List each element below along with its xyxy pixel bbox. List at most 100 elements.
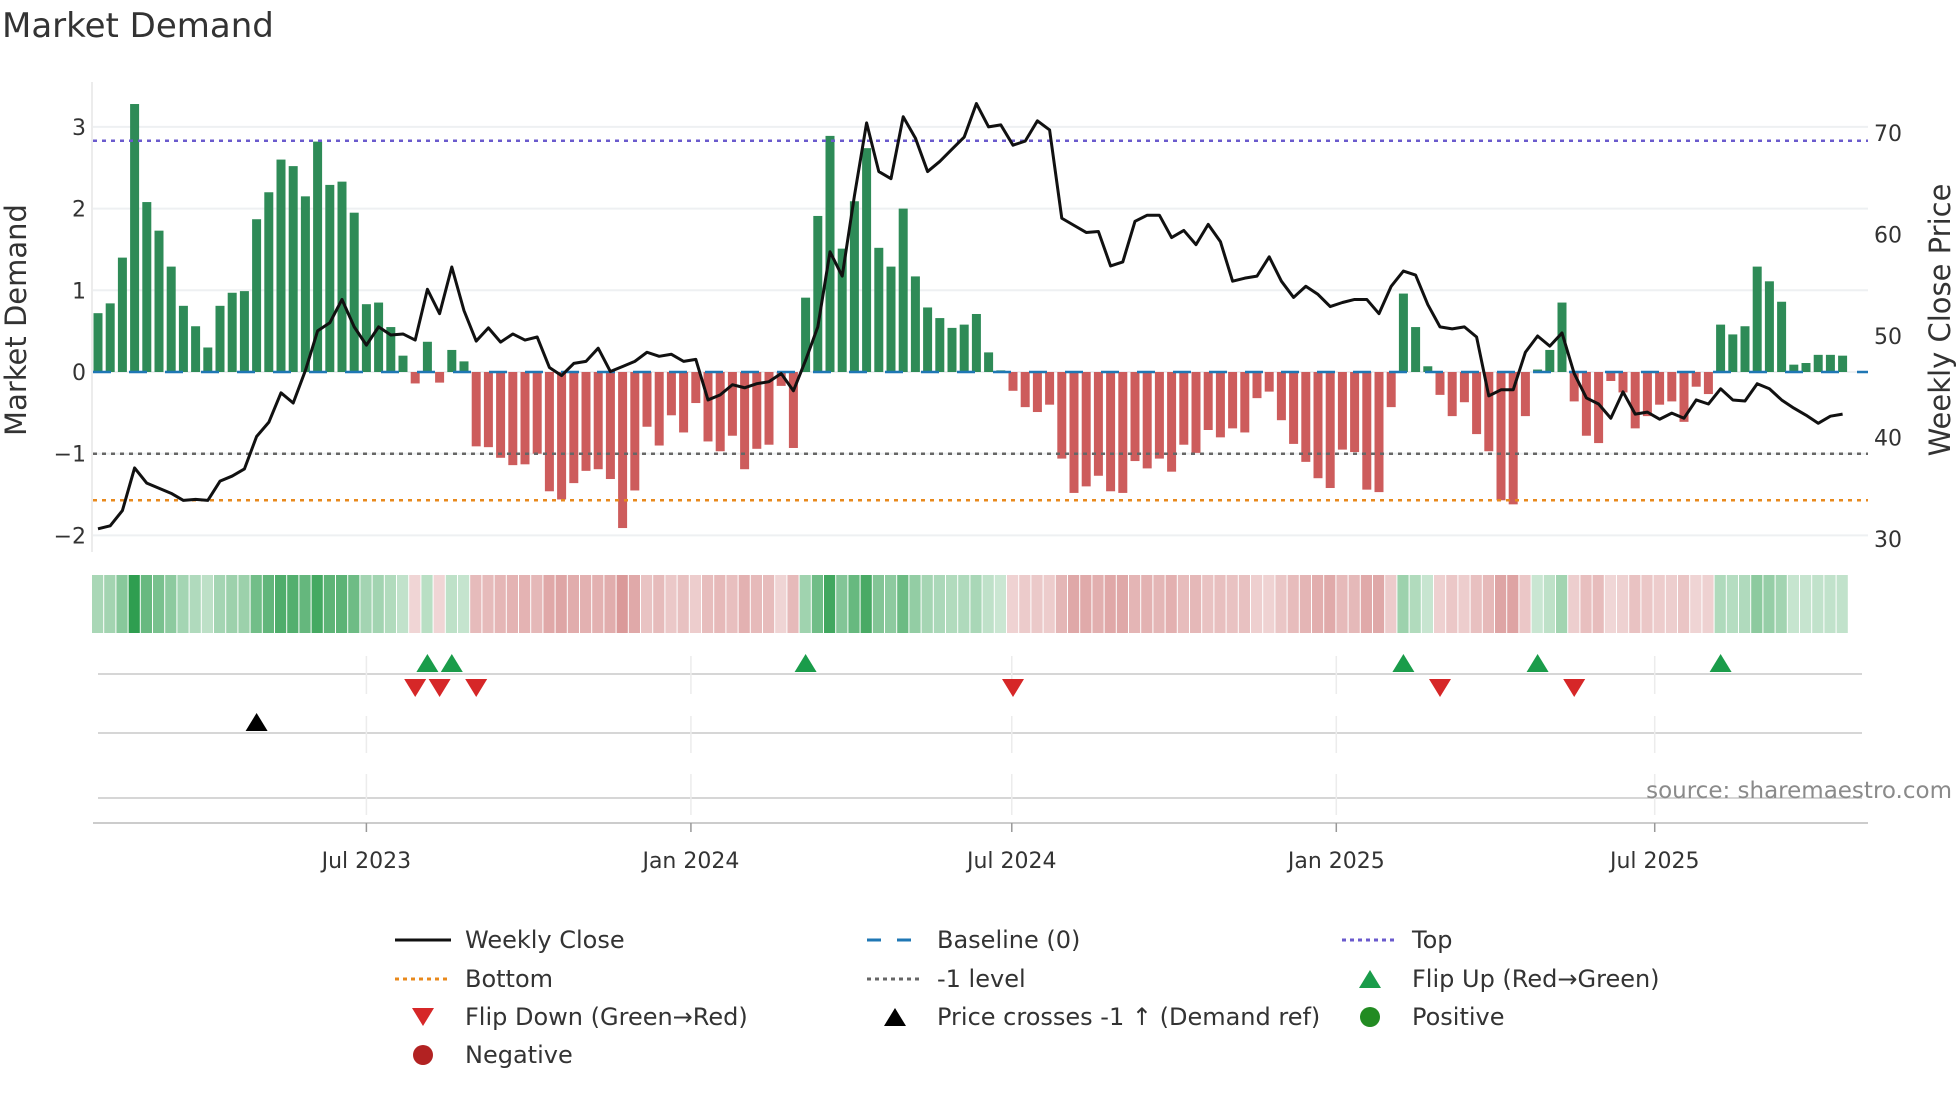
heat-cell — [470, 575, 482, 633]
legend-item: Bottom — [393, 962, 553, 996]
demand-bar — [374, 302, 384, 372]
flip-down-marker — [1429, 679, 1451, 697]
demand-bar — [1179, 372, 1189, 445]
demand-bar — [618, 372, 628, 529]
heat-cell — [1214, 575, 1226, 633]
demand-bar — [1093, 372, 1103, 476]
demand-bar — [1008, 372, 1018, 391]
heat-cell — [897, 575, 909, 633]
heat-cell — [506, 575, 518, 633]
heat-cell — [750, 575, 762, 633]
heat-cell — [1092, 575, 1104, 633]
demand-bar — [239, 291, 249, 372]
heat-cell — [1153, 575, 1165, 633]
legend-label: Top — [1412, 926, 1453, 954]
demand-bar — [1264, 372, 1274, 392]
y2-tick-label: 60 — [1874, 224, 1902, 249]
flip-up-marker — [794, 654, 817, 672]
heat-cell — [726, 575, 738, 633]
demand-bar — [642, 372, 652, 427]
triangle-up-icon — [884, 1008, 906, 1026]
demand-bar — [447, 349, 457, 372]
y-axis-label: Market Demand — [0, 204, 33, 436]
heat-cell — [1751, 575, 1763, 633]
heat-cell — [1543, 575, 1555, 633]
demand-bar — [691, 372, 701, 404]
legend-label: Flip Up (Red→Green) — [1412, 965, 1660, 993]
heat-cell — [287, 575, 299, 633]
heat-cell — [1251, 575, 1263, 633]
heat-cell — [397, 575, 409, 633]
demand-bar — [1203, 372, 1213, 431]
flip-up-marker — [440, 654, 463, 672]
heat-cell — [201, 575, 213, 633]
heat-cell — [531, 575, 543, 633]
demand-bar — [105, 303, 115, 372]
legend-item: -1 level — [865, 962, 1026, 996]
heat-cell — [787, 575, 799, 633]
heat-cell — [1678, 575, 1690, 633]
heat-cell — [1336, 575, 1348, 633]
heat-cell — [1495, 575, 1507, 633]
demand-bar — [398, 355, 408, 372]
demand-bar — [1154, 372, 1164, 459]
heat-cell — [1531, 575, 1543, 633]
heat-cell — [1190, 575, 1202, 633]
heat-cell — [275, 575, 287, 633]
heat-cell — [1299, 575, 1311, 633]
heat-cell — [1324, 575, 1336, 633]
heat-cell — [982, 575, 994, 633]
x-tick-label: Jul 2024 — [965, 849, 1057, 874]
demand-bar — [1240, 372, 1250, 433]
heat-cell — [933, 575, 945, 633]
heat-cell — [214, 575, 226, 633]
heat-cell — [1397, 575, 1409, 633]
heat-cell — [153, 575, 165, 633]
demand-bar — [703, 372, 713, 442]
demand-bar — [1703, 372, 1713, 395]
demand-bar — [581, 372, 591, 471]
legend-item: Top — [1340, 923, 1453, 957]
heat-cell — [299, 575, 311, 633]
x-tick-label: Jul 2025 — [1608, 849, 1700, 874]
heat-cell — [1360, 575, 1372, 633]
heat-cell — [775, 575, 787, 633]
demand-bar — [1191, 372, 1201, 453]
demand-bar — [959, 324, 969, 372]
heat-cell — [1373, 575, 1385, 633]
legend-item: Flip Up (Red→Green) — [1340, 962, 1660, 996]
heat-cell — [1287, 575, 1299, 633]
demand-bar — [1057, 372, 1067, 459]
heat-cell — [1177, 575, 1189, 633]
legend-label: Negative — [465, 1041, 573, 1069]
flip-down-marker — [1563, 679, 1586, 697]
demand-bar — [1667, 372, 1677, 402]
demand-bar — [935, 318, 945, 372]
demand-bar — [1630, 372, 1640, 429]
demand-bar — [1398, 293, 1408, 372]
demand-bar — [435, 372, 445, 383]
legend-item: Weekly Close — [393, 923, 625, 957]
demand-bar — [1520, 372, 1530, 417]
heat-cell — [1665, 575, 1677, 633]
legend-item: Positive — [1340, 1000, 1505, 1034]
demand-bar — [1081, 372, 1091, 487]
demand-bar — [496, 372, 506, 458]
heat-cell — [458, 575, 470, 633]
source-credit: source: sharemaestro.com — [1646, 778, 1952, 804]
heat-cell — [433, 575, 445, 633]
y-tick-label: 0 — [72, 361, 86, 386]
legend-item: Negative — [393, 1038, 573, 1072]
demand-bar — [166, 266, 176, 372]
demand-bar — [886, 266, 896, 372]
demand-bar — [191, 326, 201, 372]
line-swatch-icon — [395, 938, 451, 942]
demand-bar — [715, 372, 725, 452]
heat-cell — [738, 575, 750, 633]
demand-bar — [1777, 301, 1787, 372]
y-tick-label: −2 — [54, 524, 86, 549]
demand-bar — [813, 215, 823, 372]
flip-up-marker — [416, 654, 439, 672]
heat-cell — [1507, 575, 1519, 633]
demand-bar — [1130, 372, 1140, 462]
